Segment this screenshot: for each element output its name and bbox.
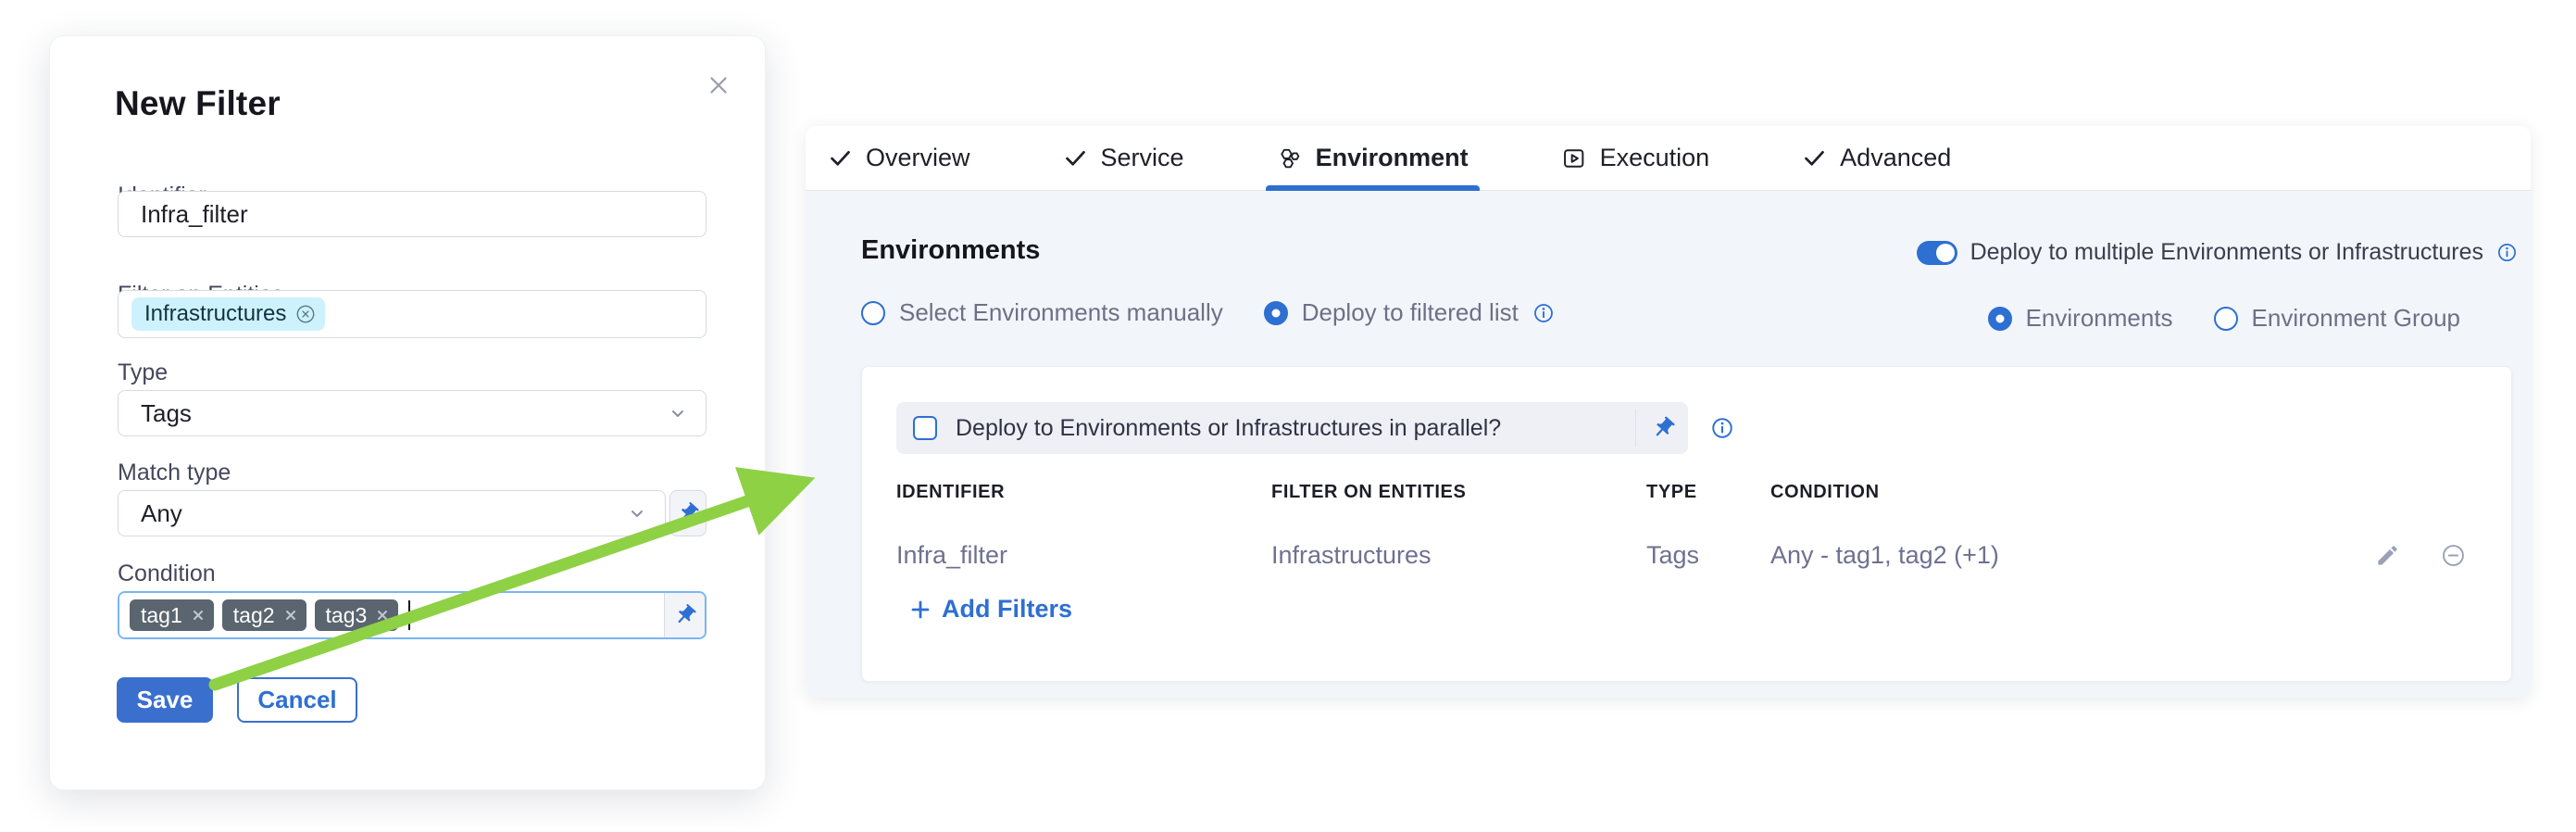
pin-icon <box>676 501 700 525</box>
pin-icon <box>1651 416 1676 441</box>
toggle-knob <box>1936 244 1955 262</box>
chevron-down-icon <box>667 402 689 424</box>
filter-on-entities-input[interactable]: Infrastructures <box>118 290 707 338</box>
tab-label: Overview <box>866 144 970 172</box>
stage-tabbar: Overview Service Environment Execution <box>806 126 2531 191</box>
execution-icon <box>1561 145 1587 171</box>
new-filter-modal: New Filter Identifier Infra_filter Filte… <box>49 35 766 790</box>
check-icon <box>1063 145 1088 170</box>
toggle-switch[interactable] <box>1917 241 1957 265</box>
pin-icon <box>673 603 697 627</box>
tab-label: Service <box>1101 144 1184 172</box>
match-type-label: Match type <box>118 460 231 486</box>
environment-tab-content: Environments Select Environments manuall… <box>806 191 2531 698</box>
row-identifier: Infra_filter <box>896 541 1007 570</box>
radio-select-manually[interactable]: Select Environments manually <box>861 298 1223 327</box>
remove-row-icon[interactable] <box>2441 543 2466 568</box>
radio-label: Environments <box>2026 304 2173 333</box>
row-condition: Any - tag1, tag2 (+1) <box>1770 541 1999 570</box>
match-type-pin-button[interactable] <box>669 490 707 536</box>
condition-pin-button[interactable] <box>664 593 705 637</box>
row-filter-on-entities: Infrastructures <box>1271 541 1432 570</box>
info-icon[interactable] <box>2496 242 2518 263</box>
environment-mode-radios: Select Environments manually Deploy to f… <box>861 298 1555 327</box>
type-label: Type <box>118 359 168 386</box>
identifier-input[interactable]: Infra_filter <box>118 191 707 237</box>
screen: New Filter Identifier Infra_filter Filte… <box>0 0 2576 832</box>
tag-remove-icon[interactable] <box>375 608 390 623</box>
filters-card: Deploy to Environments or Infrastructure… <box>861 366 2512 682</box>
info-icon[interactable] <box>1532 302 1555 324</box>
check-icon <box>828 145 853 170</box>
tab-execution[interactable]: Execution <box>1561 126 1710 190</box>
col-header-identifier: IDENTIFIER <box>896 482 1005 503</box>
tag-chip: tag1 <box>130 599 214 631</box>
save-button[interactable]: Save <box>117 677 213 723</box>
add-filters-label: Add Filters <box>942 595 1072 624</box>
text-cursor <box>408 600 410 630</box>
tag-chip-label: tag3 <box>326 603 368 628</box>
divider <box>1635 410 1636 447</box>
chevron-down-icon <box>626 502 648 524</box>
match-type-value: Any <box>119 499 665 528</box>
condition-label: Condition <box>118 561 216 587</box>
tag-remove-icon[interactable] <box>191 608 206 623</box>
radio-label: Deploy to filtered list <box>1302 298 1519 327</box>
check-icon <box>1802 145 1827 170</box>
col-header-type: TYPE <box>1646 482 1697 503</box>
identifier-value: Infra_filter <box>141 200 248 229</box>
condition-input[interactable]: tag1 tag2 tag3 <box>118 591 707 639</box>
type-select[interactable]: Tags <box>118 390 707 436</box>
environment-icon <box>1277 145 1303 171</box>
parallel-pin-button[interactable] <box>1651 416 1676 441</box>
pipeline-stage-panel: Overview Service Environment Execution <box>806 126 2531 698</box>
condition-tags: tag1 tag2 tag3 <box>119 593 664 637</box>
radio-environments[interactable]: Environments <box>1988 304 2173 333</box>
environment-target-radios: Environments Environment Group <box>1988 304 2460 333</box>
match-type-select[interactable]: Any <box>118 490 666 536</box>
parallel-checkbox-label: Deploy to Environments or Infrastructure… <box>956 415 1501 442</box>
chip-remove-icon[interactable] <box>295 304 316 324</box>
tag-chip: tag2 <box>222 599 306 631</box>
cancel-button[interactable]: Cancel <box>237 677 357 723</box>
radio-icon <box>2214 307 2238 331</box>
tab-service[interactable]: Service <box>1063 126 1184 190</box>
col-header-condition: CONDITION <box>1770 482 1880 503</box>
radio-environment-group[interactable]: Environment Group <box>2214 304 2460 333</box>
tag-chip-label: tag1 <box>141 603 182 628</box>
radio-icon <box>1264 301 1288 325</box>
modal-title: New Filter <box>115 84 281 123</box>
tag-remove-icon[interactable] <box>283 608 298 623</box>
toggle-label: Deploy to multiple Environments or Infra… <box>1970 239 2483 266</box>
tab-label: Execution <box>1600 144 1710 172</box>
tab-label: Advanced <box>1840 144 1951 172</box>
radio-label: Environment Group <box>2252 304 2460 333</box>
parallel-checkbox-bar: Deploy to Environments or Infrastructure… <box>896 402 1688 454</box>
radio-icon <box>1988 307 2012 331</box>
entities-chip-label: Infrastructures <box>144 301 286 327</box>
tab-label: Environment <box>1316 144 1469 172</box>
col-header-filter-on-entities: FILTER ON ENTITIES <box>1271 482 1466 503</box>
tab-overview[interactable]: Overview <box>828 126 970 190</box>
environments-heading: Environments <box>861 235 1040 266</box>
close-icon[interactable] <box>703 69 734 101</box>
tag-chip: tag3 <box>315 599 399 631</box>
parallel-checkbox[interactable] <box>913 416 937 440</box>
edit-icon[interactable] <box>2375 543 2400 568</box>
entities-chip: Infrastructures <box>131 297 325 331</box>
type-value: Tags <box>119 399 706 428</box>
tab-advanced[interactable]: Advanced <box>1802 126 1951 190</box>
row-type: Tags <box>1646 541 1699 570</box>
radio-icon <box>861 301 885 325</box>
plus-icon <box>909 599 932 621</box>
tag-chip-label: tag2 <box>233 603 275 628</box>
info-icon[interactable] <box>1710 416 1734 440</box>
radio-label: Select Environments manually <box>899 298 1223 327</box>
add-filters-button[interactable]: Add Filters <box>909 595 1072 624</box>
multi-environment-toggle-row: Deploy to multiple Environments or Infra… <box>1917 239 2518 266</box>
radio-deploy-filtered-list[interactable]: Deploy to filtered list <box>1264 298 1555 327</box>
tab-environment[interactable]: Environment <box>1277 126 1469 190</box>
